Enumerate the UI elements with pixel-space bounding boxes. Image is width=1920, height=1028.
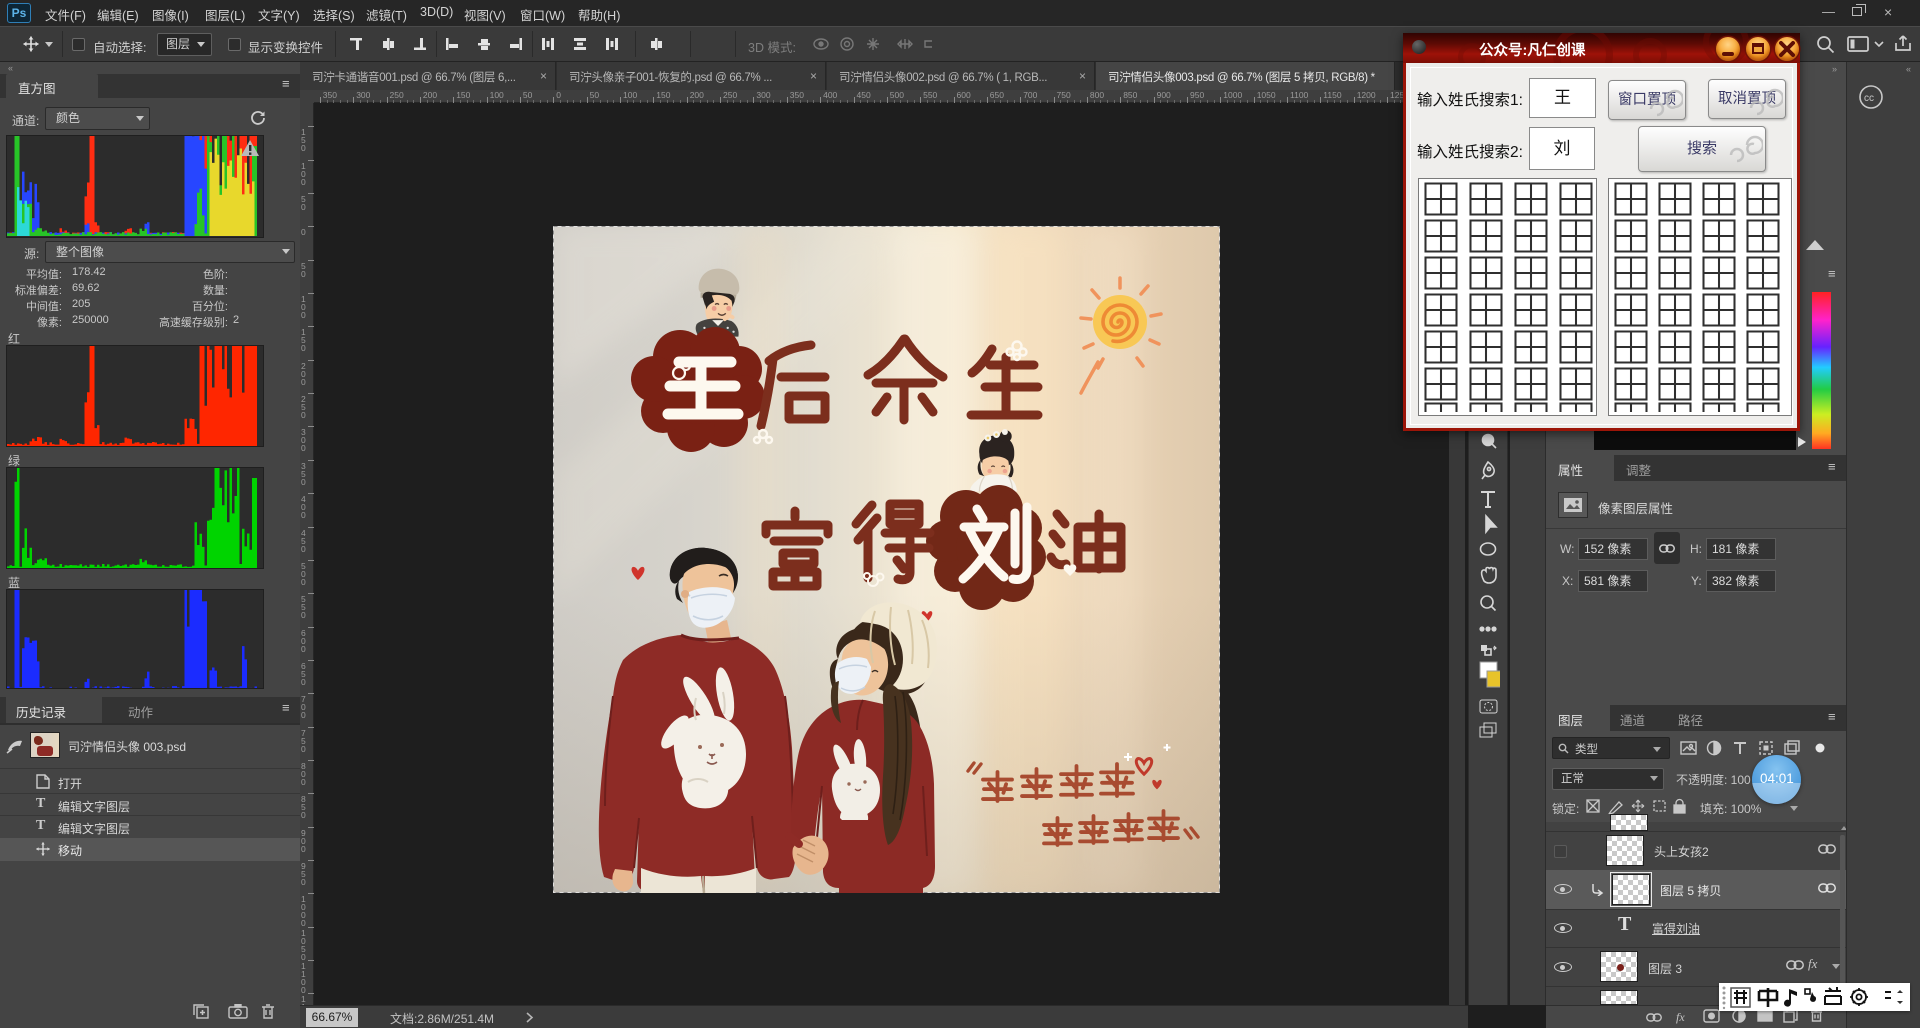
svg-text:cc: cc <box>1864 93 1874 104</box>
svg-text:fx: fx <box>1676 1010 1685 1024</box>
